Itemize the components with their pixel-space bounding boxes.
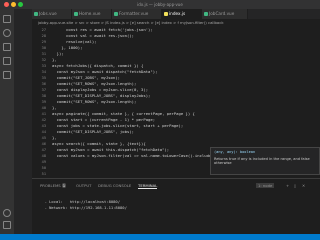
tab-jobcard-vue[interactable]: JobCard.vue xyxy=(202,9,248,19)
vue-file-icon xyxy=(204,12,208,16)
gear-icon[interactable] xyxy=(3,221,11,229)
vue-file-icon xyxy=(74,12,78,16)
add-terminal-icon[interactable]: + xyxy=(286,183,289,188)
hover-description: Returns true if any is included in the r… xyxy=(214,157,310,165)
editor-tabs: Jobs.vue Home.vue Formatter.vue index.js… xyxy=(32,9,320,19)
tab-home-vue[interactable]: Home.vue xyxy=(72,9,112,19)
vue-file-icon xyxy=(114,12,118,16)
explorer-icon[interactable] xyxy=(3,15,11,23)
status-bar xyxy=(0,234,320,240)
terminal-selector[interactable]: 1: node xyxy=(256,183,275,188)
tab-label: index.js xyxy=(169,11,186,16)
source-control-icon[interactable] xyxy=(3,43,11,51)
tab-output[interactable]: OUTPUT xyxy=(76,183,91,188)
hover-tooltip: (any, any): boolean Returns true if any … xyxy=(210,147,320,175)
window-title: idx.js — jobby-app-vue xyxy=(137,2,183,7)
tab-formatter-vue[interactable]: Formatter.vue xyxy=(112,9,162,19)
tab-debug-console[interactable]: DEBUG CONSOLE xyxy=(98,183,131,188)
activity-bar xyxy=(0,9,14,234)
tab-jobs-vue[interactable]: Jobs.vue xyxy=(32,9,72,19)
tab-label: Formatter.vue xyxy=(119,11,149,16)
account-icon[interactable] xyxy=(3,209,11,217)
code-line[interactable]: commit("SET_DISPLAY_JOBS", jobs); xyxy=(52,129,134,135)
tab-label: PROBLEMS xyxy=(40,183,61,188)
terminal-line: - Network: http://192.168.1.11:8080/ xyxy=(40,205,127,210)
split-terminal-icon[interactable]: ▯ xyxy=(294,183,296,188)
debug-icon[interactable] xyxy=(3,57,11,65)
sidebar xyxy=(14,9,32,234)
line-number: 51 xyxy=(41,172,46,176)
tab-index-js[interactable]: index.js xyxy=(162,9,202,19)
hover-signature: (any, any): boolean xyxy=(214,150,256,154)
trash-icon[interactable]: ✕ xyxy=(302,183,305,188)
tab-label: JobCard.vue xyxy=(209,11,235,16)
breadcrumb[interactable]: jobby-app-vue-site > src > store > JS in… xyxy=(32,19,320,27)
vue-file-icon xyxy=(34,12,38,16)
code-line[interactable]: commit("SET_ROWS", myJson.length); xyxy=(52,99,137,105)
bottom-panel: PROBLEMS 1 OUTPUT DEBUG CONSOLE TERMINAL … xyxy=(32,178,320,234)
title-bar: idx.js — jobby-app-vue xyxy=(0,0,320,9)
extensions-icon[interactable] xyxy=(3,71,11,79)
tab-label: Home.vue xyxy=(79,11,101,16)
tab-terminal[interactable]: TERMINAL xyxy=(138,183,158,189)
tab-label: Jobs.vue xyxy=(39,11,57,16)
js-file-icon xyxy=(164,12,168,16)
tab-problems[interactable]: PROBLEMS 1 xyxy=(40,183,67,188)
search-icon[interactable] xyxy=(3,29,11,37)
app-window: idx.js — jobby-app-vue Jobs.vue Home.vue… xyxy=(0,0,320,240)
problems-count-badge: 1 xyxy=(61,183,67,188)
